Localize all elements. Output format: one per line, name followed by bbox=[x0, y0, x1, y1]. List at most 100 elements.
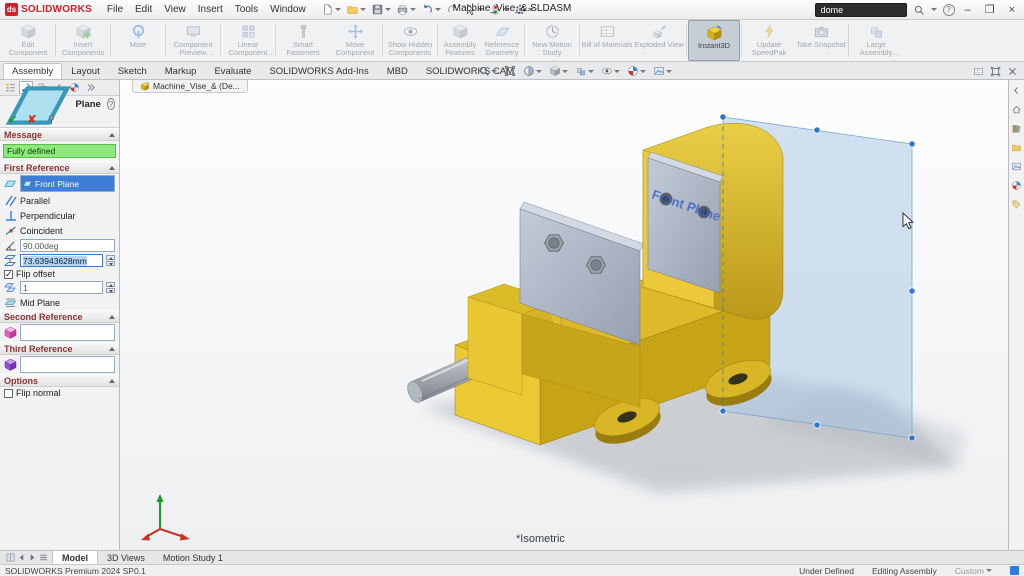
zoom-icon[interactable] bbox=[478, 65, 497, 77]
ribbon-mate[interactable]: Mate bbox=[112, 20, 164, 61]
tab-sketch[interactable]: Sketch bbox=[109, 63, 156, 79]
file-explorer-icon[interactable] bbox=[1011, 142, 1022, 153]
help-icon[interactable]: ? bbox=[943, 4, 955, 16]
menu-tools[interactable]: Tools bbox=[230, 2, 263, 17]
flip-offset-checkbox[interactable] bbox=[4, 270, 13, 279]
offset-distance-field[interactable]: 73.63943628mm bbox=[20, 254, 103, 267]
vise-fixed-jaw[interactable]: Front Plane bbox=[643, 123, 783, 319]
angle-field[interactable]: 90.00deg bbox=[20, 239, 115, 252]
view-orientation-icon[interactable] bbox=[549, 65, 568, 77]
selected-reference-item[interactable]: Front Plane bbox=[21, 176, 114, 191]
edit-appearance-icon[interactable] bbox=[627, 65, 646, 77]
bottom-tab-model[interactable]: Model bbox=[52, 551, 98, 564]
custom-properties-icon[interactable] bbox=[1011, 199, 1022, 210]
design-library-icon[interactable] bbox=[1011, 123, 1022, 134]
third-reference-selection-box[interactable] bbox=[20, 356, 115, 373]
tab-solidworks-add-ins[interactable]: SOLIDWORKS Add-Ins bbox=[260, 63, 377, 79]
ribbon-new-motion-study[interactable]: New Motion Study bbox=[526, 20, 578, 61]
print-button[interactable] bbox=[394, 2, 418, 17]
tab-layout[interactable]: Layout bbox=[62, 63, 109, 79]
property-manager-help-icon[interactable]: ? bbox=[107, 98, 115, 110]
previous-tab-icon[interactable] bbox=[17, 553, 26, 562]
tab-markup[interactable]: Markup bbox=[156, 63, 206, 79]
ribbon-update-speedpak[interactable]: Update SpeedPak bbox=[743, 20, 795, 61]
ribbon-reference-geometry[interactable]: Reference Geometry bbox=[481, 20, 523, 61]
section-second-reference[interactable]: Second Reference bbox=[0, 310, 119, 323]
tab-list-icon[interactable] bbox=[39, 553, 48, 562]
bottom-tab-3d-views[interactable]: 3D Views bbox=[98, 551, 154, 564]
constraint-perpendicular[interactable]: Perpendicular bbox=[0, 208, 119, 223]
search-input[interactable] bbox=[815, 3, 907, 17]
bottom-tab-motion-study[interactable]: Motion Study 1 bbox=[154, 551, 232, 564]
next-tab-icon[interactable] bbox=[28, 553, 37, 562]
search-icon[interactable] bbox=[913, 4, 925, 16]
cancel-button[interactable]: ✘ bbox=[27, 113, 36, 126]
open-document-button[interactable] bbox=[344, 2, 368, 17]
view-palette-icon[interactable] bbox=[1011, 161, 1022, 172]
solidworks-resources-icon[interactable] bbox=[1011, 104, 1022, 115]
tab-mbd[interactable]: MBD bbox=[378, 63, 417, 79]
keep-visible-pin-icon[interactable] bbox=[46, 114, 57, 125]
display-style-icon[interactable] bbox=[575, 65, 594, 77]
manager-tabs-overflow[interactable] bbox=[83, 81, 97, 94]
tab-assembly[interactable]: Assembly bbox=[3, 63, 62, 79]
split-pane-icon[interactable] bbox=[6, 553, 15, 562]
ribbon-large-assembly-settings[interactable]: Large Assembly Settings bbox=[850, 20, 902, 61]
ribbon-component-preview-window[interactable]: Component Preview Window bbox=[167, 20, 219, 61]
flip-offset-row[interactable]: Flip offset bbox=[0, 268, 119, 280]
tags-icon[interactable] bbox=[1010, 566, 1019, 575]
undo-button[interactable] bbox=[419, 2, 443, 17]
offset-spinner[interactable] bbox=[106, 255, 115, 266]
menu-insert[interactable]: Insert bbox=[193, 2, 228, 17]
second-reference-selection-box[interactable] bbox=[20, 324, 115, 341]
section-message[interactable]: Message bbox=[0, 128, 119, 141]
section-options[interactable]: Options bbox=[0, 374, 119, 387]
section-third-reference[interactable]: Third Reference bbox=[0, 342, 119, 355]
constraint-parallel[interactable]: Parallel bbox=[0, 193, 119, 208]
count-spinner[interactable] bbox=[106, 282, 115, 293]
ok-button[interactable]: ✔ bbox=[8, 113, 17, 126]
ribbon-bill-of-materials[interactable]: Bill of Materials bbox=[581, 20, 633, 61]
ribbon-edit-component[interactable]: Edit Component bbox=[2, 20, 54, 61]
menu-view[interactable]: View bbox=[159, 2, 191, 17]
menu-edit[interactable]: Edit bbox=[130, 2, 157, 17]
flip-normal-checkbox[interactable] bbox=[4, 389, 13, 398]
ribbon-linear-component-pattern[interactable]: Linear Component Pattern bbox=[222, 20, 274, 61]
number-of-planes-field[interactable]: 1 bbox=[20, 281, 103, 294]
3d-scene[interactable]: Front Plane bbox=[120, 80, 1008, 550]
section-view-icon[interactable] bbox=[523, 65, 542, 77]
fullscreen-icon[interactable] bbox=[990, 66, 1001, 77]
first-reference-selection-box[interactable]: Front Plane bbox=[20, 175, 115, 192]
graphics-area[interactable]: Front Plane bbox=[120, 80, 1008, 550]
ribbon-move-component[interactable]: Move Component bbox=[329, 20, 381, 61]
menu-window[interactable]: Window bbox=[265, 2, 311, 17]
appearances-scenes-icon[interactable] bbox=[1011, 180, 1022, 191]
vise-movable-jaw[interactable] bbox=[468, 202, 644, 407]
window-minimize-button[interactable]: – bbox=[961, 4, 975, 16]
vise-model[interactable]: Front Plane bbox=[405, 123, 783, 451]
ribbon-instant3d[interactable]: Instant3D bbox=[688, 20, 740, 61]
ribbon-assembly-features[interactable]: Assembly Features bbox=[439, 20, 481, 61]
task-pane-expand-icon[interactable] bbox=[1011, 85, 1022, 96]
new-document-button[interactable] bbox=[319, 2, 343, 17]
ribbon-insert-components[interactable]: Insert Components bbox=[57, 20, 109, 61]
status-units-dropdown[interactable]: Custom bbox=[955, 566, 992, 576]
menu-file[interactable]: File bbox=[102, 2, 128, 17]
close-document-icon[interactable] bbox=[1007, 66, 1018, 77]
ribbon-exploded-view[interactable]: Exploded View bbox=[633, 20, 685, 61]
ribbon-smart-fasteners[interactable]: Smart Fasteners bbox=[277, 20, 329, 61]
apply-scene-icon[interactable] bbox=[653, 65, 672, 77]
constraint-coincident[interactable]: Coincident bbox=[0, 223, 119, 238]
search-dropdown-caret[interactable] bbox=[931, 8, 937, 11]
window-close-button[interactable]: × bbox=[1005, 4, 1019, 16]
ribbon-show-hidden-components[interactable]: Show Hidden Components bbox=[384, 20, 436, 61]
hide-show-items-icon[interactable] bbox=[601, 65, 620, 77]
zoom-to-fit-icon[interactable] bbox=[504, 65, 516, 77]
window-restore-button[interactable]: ❐ bbox=[981, 3, 999, 16]
section-first-reference[interactable]: First Reference bbox=[0, 161, 119, 174]
mid-plane-row[interactable]: Mid Plane bbox=[0, 295, 119, 310]
tab-evaluate[interactable]: Evaluate bbox=[205, 63, 260, 79]
pane-layout-icon[interactable] bbox=[973, 66, 984, 77]
document-flyout-tab[interactable]: Machine_Vise_& (De... bbox=[132, 80, 248, 93]
ribbon-take-snapshot[interactable]: Take Snapshot bbox=[795, 20, 847, 61]
